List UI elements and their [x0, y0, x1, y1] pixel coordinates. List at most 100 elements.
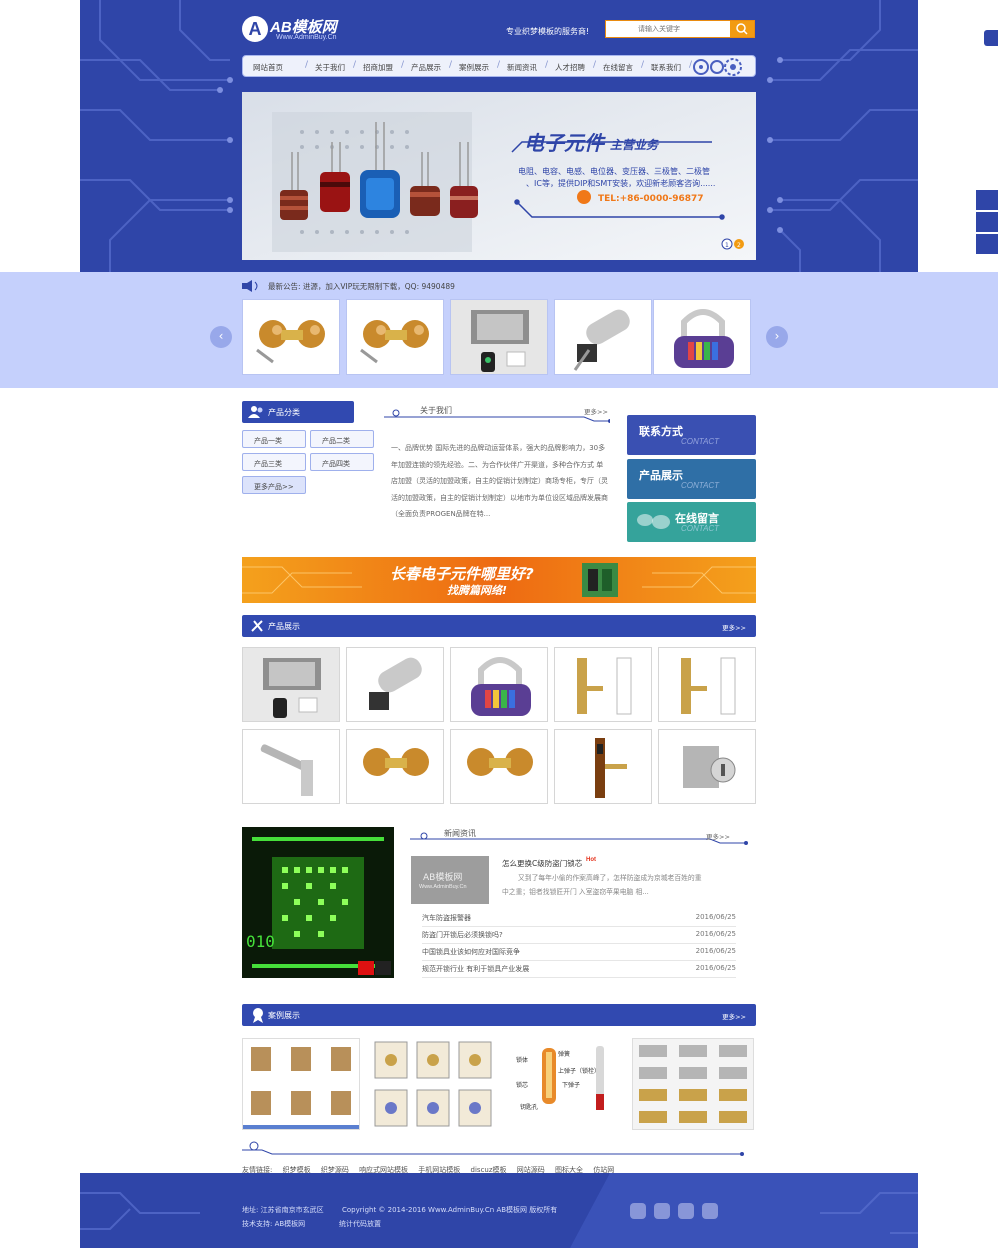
banner-title-small: 主营业务 — [610, 138, 660, 152]
footer-copyright: Copyright © 2014-2016 Www.AdminBuy.Cn AB… — [342, 1206, 558, 1214]
news-list-item[interactable]: 中国锁具业该如何应对国际竞争 2016/06/25 — [422, 947, 736, 961]
footer: 地址: 江苏省南京市玄武区 Copyright © 2014-2016 Www.… — [80, 1173, 918, 1248]
search-button[interactable] — [730, 21, 754, 37]
ad-banner[interactable]: 长春电子元件哪里好? 找腾篇网络! — [242, 557, 756, 603]
news-list-item[interactable]: 规范开锁行业 有利于锁具产业发展 2016/06/25 — [422, 964, 736, 978]
nav-item-products[interactable]: 产品展示 — [411, 62, 441, 73]
product-item[interactable] — [242, 647, 340, 722]
scroll-product-thumb[interactable] — [346, 299, 444, 375]
category-more-button[interactable]: 更多产品>> — [242, 476, 306, 494]
contact-card[interactable]: 联系方式 CONTACT — [627, 415, 756, 455]
nav-separator: / — [305, 60, 309, 70]
news-list-item[interactable]: 汽车防盗报警器 2016/06/25 — [422, 913, 736, 927]
float-qq-icon[interactable] — [976, 234, 998, 254]
nav-item-cases[interactable]: 案例展示 — [459, 62, 489, 73]
banner-desc-1: 电阻、电容、电感、电位器、变压器、三极管、二极管 — [518, 166, 710, 176]
speaker-icon — [242, 280, 258, 292]
product-item[interactable] — [658, 729, 756, 804]
news-more-link[interactable]: 更多>> — [706, 831, 730, 841]
scroll-product-thumb[interactable] — [242, 299, 340, 375]
product-item[interactable] — [554, 647, 652, 722]
case-item[interactable] — [242, 1038, 360, 1130]
contact-card-title: 联系方式 — [639, 425, 683, 438]
product-item[interactable] — [554, 729, 652, 804]
float-user-icon[interactable] — [976, 212, 998, 232]
news-thumb-text: AB模板网 — [423, 873, 463, 883]
news-slider[interactable]: 010 — [242, 827, 394, 978]
notice-text: 最新公告: 进源，加入VIP玩无限制下载，QQ: 9490489 — [268, 282, 455, 291]
users-icon — [248, 406, 263, 418]
float-top-button[interactable] — [984, 30, 998, 46]
divider-decoration — [242, 1141, 744, 1156]
product-item[interactable] — [450, 647, 548, 722]
news-item-date: 2016/06/25 — [695, 913, 736, 921]
category-item-2[interactable]: 产品二类 — [310, 430, 374, 448]
logo-url: Www.AdminBuy.Cn — [276, 34, 337, 41]
featured-news-title[interactable]: 怎么更换C级防盗门锁芯 — [502, 858, 582, 869]
float-chat-icon[interactable] — [976, 190, 998, 210]
search-input[interactable] — [606, 21, 730, 37]
news-thumb[interactable]: AB模板网 Www.AdminBuy.Cn — [411, 856, 489, 904]
product-item[interactable] — [450, 729, 548, 804]
qzone-icon[interactable] — [654, 1203, 670, 1219]
hot-badge: Hot — [586, 857, 596, 863]
scroll-product-thumb[interactable] — [554, 299, 652, 375]
about-more-link[interactable]: 更多>> — [584, 406, 608, 416]
phone-icon — [577, 190, 591, 204]
product-image — [451, 730, 547, 803]
scroll-product-thumb[interactable] — [450, 299, 548, 375]
slider-next-button[interactable] — [375, 961, 391, 975]
case-item[interactable] — [632, 1038, 754, 1130]
knob-lock-image — [243, 300, 339, 374]
nav-item-news[interactable]: 新闻资讯 — [507, 62, 537, 73]
header: A AB模板网 Www.AdminBuy.Cn 专业织梦模板的服务商! 网站首页… — [80, 0, 918, 272]
cases-title: 案例展示 — [268, 1011, 300, 1020]
weibo-icon[interactable] — [630, 1203, 646, 1219]
products-card[interactable]: 产品展示 CONTACT — [627, 459, 756, 499]
news-list-item[interactable]: 防盗门开锁后必须换锁吗? 2016/06/25 — [422, 930, 736, 944]
product-item[interactable] — [346, 647, 444, 722]
logo[interactable]: A AB模板网 Www.AdminBuy.Cn — [242, 14, 362, 46]
categories-header: 产品分类 — [242, 401, 354, 423]
product-item[interactable] — [242, 729, 340, 804]
nav-item-join[interactable]: 招商加盟 — [363, 62, 393, 73]
about-text: 一、品牌优势 国际先进的品牌动运营体系，强大的品牌影响力，30多年加盟连锁的领先… — [391, 444, 608, 519]
scroll-prev-button[interactable]: ‹ — [210, 326, 232, 348]
baidu-icon[interactable] — [702, 1203, 718, 1219]
products-card-en: CONTACT — [681, 481, 720, 490]
category-item-1[interactable]: 产品一类 — [242, 430, 306, 448]
product-image — [555, 648, 651, 721]
scroll-product-thumb[interactable] — [653, 299, 751, 375]
message-card[interactable]: 在线留言 CONTACT — [627, 502, 756, 542]
cases-more-link[interactable]: 更多>> — [722, 1011, 746, 1021]
about-title: 关于我们 — [420, 406, 452, 415]
diagram-label: 锁芯 — [516, 1082, 529, 1089]
nav-separator: / — [401, 60, 405, 70]
banner-desc-2: 、IC等，提供DIP和SMT安装，欢迎新老顾客咨询...... — [526, 178, 715, 188]
nav-item-contact[interactable]: 联系我们 — [651, 62, 681, 73]
nav-item-home[interactable]: 网站首页 — [253, 62, 283, 73]
qq-icon[interactable] — [678, 1203, 694, 1219]
scroll-next-button[interactable]: › — [766, 326, 788, 348]
case-item[interactable] — [371, 1038, 495, 1130]
category-item-4[interactable]: 产品四类 — [310, 453, 374, 471]
footer-address: 地址: 江苏省南京市玄武区 — [242, 1206, 324, 1214]
product-item[interactable] — [658, 647, 756, 722]
product-item[interactable] — [346, 729, 444, 804]
nav-item-jobs[interactable]: 人才招聘 — [555, 62, 585, 73]
slider-prev-button[interactable] — [358, 961, 374, 975]
product-image — [243, 648, 339, 721]
about-header: 关于我们 更多>> — [384, 405, 610, 423]
category-item-3[interactable]: 产品三类 — [242, 453, 306, 471]
nav-separator: / — [593, 60, 597, 70]
hero-banner[interactable]: 电子元件 主营业务 电阻、电容、电感、电位器、变压器、三极管、二极管 、IC等，… — [242, 92, 756, 260]
case-item[interactable]: 弹簧 锁体 上弹子（锁栓） 锁芯 下弹子 钥匙孔 — [508, 1038, 618, 1130]
news-header: 新闻资讯 更多>> — [410, 828, 750, 845]
search-box — [605, 20, 755, 38]
products-more-link[interactable]: 更多>> — [722, 622, 746, 632]
case-image-hardware — [633, 1039, 753, 1129]
nav-item-message[interactable]: 在线留言 — [603, 62, 633, 73]
news-item-title: 防盗门开锁后必须换锁吗? — [422, 931, 503, 939]
nav-item-about[interactable]: 关于我们 — [315, 62, 345, 73]
news-item-date: 2016/06/25 — [695, 930, 736, 938]
